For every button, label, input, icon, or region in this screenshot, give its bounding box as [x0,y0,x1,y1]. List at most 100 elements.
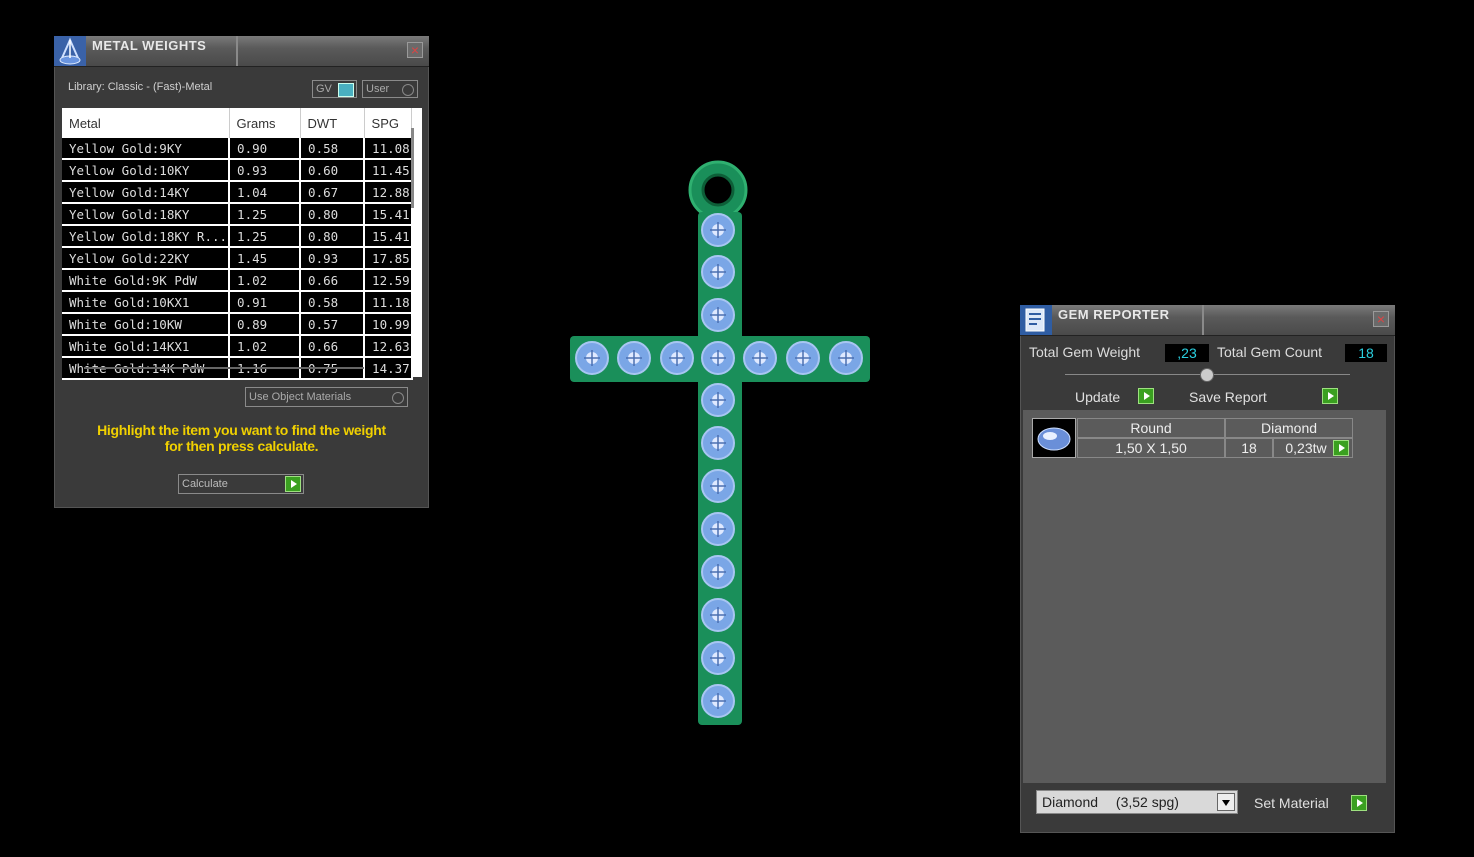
pendant-bail [688,160,748,220]
chevron-down-icon[interactable] [1217,793,1235,811]
user-toggle[interactable]: User [362,80,418,98]
gem-stone [660,341,694,375]
spg-cell: 11.18 [364,291,413,314]
gem-stone [701,255,735,289]
dwt-cell: 0.67 [300,181,366,204]
gem-stone [701,684,735,718]
hint-line-1: Highlight the item you want to find the … [97,422,386,438]
slider-handle[interactable] [1200,368,1214,382]
metal-weights-table: Metal Grams DWT SPG Yellow Gold:9KY 0.90 0… [62,108,413,380]
gem-stone [701,298,735,332]
calculate-label: Calculate [182,478,228,490]
user-label: User [366,83,390,95]
gem-reporter-panel: GEM REPORTER × Total Gem Weight ,23 Tota… [1020,305,1395,833]
gv-toggle[interactable]: GV [312,80,357,98]
table-header-row: Metal Grams DWT SPG [62,108,413,138]
metal-name-cell: White Gold:9K PdW [62,269,231,292]
gem-row-arrow-icon[interactable] [1333,440,1349,456]
save-report-button[interactable]: Save Report [1189,389,1267,405]
gem-shape: Round [1077,418,1225,438]
close-icon[interactable]: × [407,42,423,58]
horizontal-scrollbar[interactable] [84,367,364,369]
metal-name-cell: Yellow Gold:22KY [62,247,231,270]
set-material-button[interactable]: Set Material [1254,795,1329,811]
grams-cell: 0.90 [229,138,302,160]
grams-cell: 1.02 [229,269,302,292]
spg-cell: 11.08 [364,138,413,160]
metal-name-cell: Yellow Gold:9KY [62,138,231,160]
metal-scale-icon [54,36,86,66]
dwt-cell: 0.80 [300,225,366,248]
vertical-scrollbar[interactable] [411,128,414,208]
table-row[interactable]: Yellow Gold:14KY 1.04 0.67 12.88 [62,181,413,204]
total-gem-count-value: 18 [1345,344,1387,362]
grams-cell: 1.45 [229,247,302,270]
cross-pendant-model[interactable] [560,150,880,735]
gem-material: Diamond [1225,418,1353,438]
metal-weights-titlebar[interactable]: METAL WEIGHTS × [54,36,429,67]
material-select[interactable]: Diamond (3,52 spg) [1036,790,1238,814]
column-header-spg[interactable]: SPG [364,108,413,138]
grams-cell: 1.04 [229,181,302,204]
metal-name-cell: White Gold:10KX1 [62,291,231,314]
grams-cell: 0.91 [229,291,302,314]
save-report-arrow-icon[interactable] [1322,388,1338,404]
use-object-materials-toggle[interactable]: Use Object Materials [245,387,408,407]
table-row[interactable]: White Gold:10KX1 0.91 0.58 11.18 [62,291,413,314]
spg-cell: 12.88 [364,181,413,204]
gem-report-icon [1020,305,1052,335]
toggle-on-indicator [338,83,354,97]
gv-label: GV [316,83,332,95]
update-arrow-icon[interactable] [1138,388,1154,404]
dwt-cell: 0.58 [300,291,366,314]
table-row[interactable]: Yellow Gold:18KY 1.25 0.80 15.41 [62,203,413,226]
table-row[interactable]: Yellow Gold:22KY 1.45 0.93 17.85 [62,247,413,270]
toggle-off-indicator [402,84,414,96]
metal-name-cell: Yellow Gold:18KY [62,203,231,226]
library-label: Library: Classic - (Fast)-Metal [68,81,213,93]
spg-cell: 15.41 [364,203,413,226]
table-row[interactable]: White Gold:9K PdW 1.02 0.66 12.59 [62,269,413,292]
close-icon[interactable]: × [1373,311,1389,327]
table-row[interactable]: Yellow Gold:9KY 0.90 0.58 11.08 [62,138,413,160]
gem-stone [701,426,735,460]
column-header-grams[interactable]: Grams [229,108,301,138]
table-row[interactable]: Yellow Gold:18KY R... 1.25 0.80 15.41 [62,225,413,248]
grams-cell: 1.02 [229,335,302,358]
gem-list: Round Diamond 1,50 X 1,50 18 0,23tw [1023,410,1386,783]
hint-line-2: for then press calculate. [164,438,319,454]
total-gem-weight-value: ,23 [1165,344,1209,362]
set-material-arrow-icon[interactable] [1351,795,1367,811]
gem-row[interactable]: Round Diamond 1,50 X 1,50 18 0,23tw [1023,418,1386,460]
panel-title: GEM REPORTER [1058,307,1170,322]
spg-cell: 14.37 [364,357,413,380]
gem-stone [701,598,735,632]
spg-cell: 17.85 [364,247,413,270]
dwt-cell: 0.80 [300,203,366,226]
metal-name-cell: Yellow Gold:14KY [62,181,231,204]
grams-cell: 0.93 [229,159,302,182]
gem-stone [701,383,735,417]
gem-stone [786,341,820,375]
metal-name-cell: Yellow Gold:18KY R... [62,225,231,248]
column-header-dwt[interactable]: DWT [300,108,365,138]
table-row[interactable]: Yellow Gold:10KY 0.93 0.60 11.45 [62,159,413,182]
gem-reporter-titlebar[interactable]: GEM REPORTER × [1020,305,1395,336]
dwt-cell: 0.66 [300,269,366,292]
table-row[interactable]: White Gold:14KX1 1.02 0.66 12.63 [62,335,413,358]
spg-cell: 11.45 [364,159,413,182]
grams-cell: 1.25 [229,203,302,226]
spg-cell: 12.59 [364,269,413,292]
metal-weights-panel: METAL WEIGHTS × Library: Classic - (Fast… [54,36,429,508]
table-row[interactable]: White Gold:10KW 0.89 0.57 10.99 [62,313,413,336]
gem-stone [701,512,735,546]
calculate-button[interactable]: Calculate [178,474,304,494]
material-select-spg: (3,52 spg) [1115,794,1179,810]
metal-table[interactable]: Metal Grams DWT SPG Yellow Gold:9KY 0.90 0… [62,108,422,380]
gem-count: 18 [1225,438,1273,458]
update-button[interactable]: Update [1075,389,1120,405]
dwt-cell: 0.60 [300,159,366,182]
dwt-cell: 0.57 [300,313,366,336]
total-gem-weight-label: Total Gem Weight [1029,344,1141,360]
column-header-metal[interactable]: Metal [62,108,230,138]
